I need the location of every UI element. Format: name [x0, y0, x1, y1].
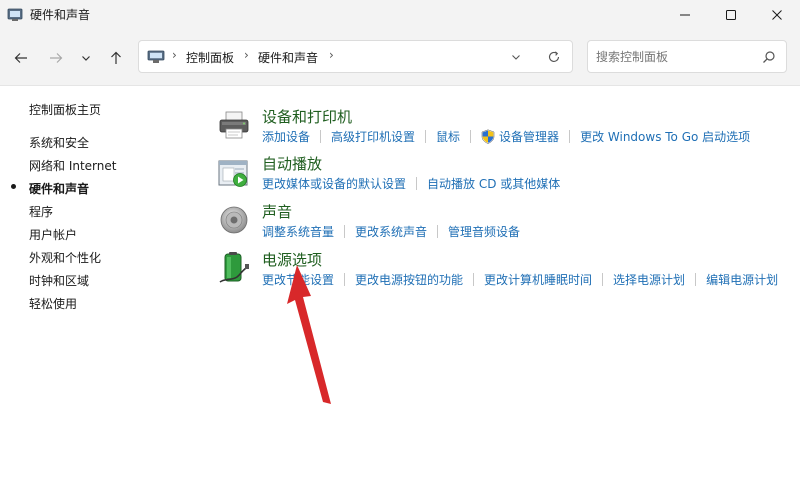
category-power-options: 电源选项 更改节能设置 更改电源按钮的功能 更改计算机睡眠时间 选择电源计划 编…	[217, 249, 797, 295]
breadcrumb-separator: ›	[172, 48, 177, 62]
link-change-default-media-settings[interactable]: 更改媒体或设备的默认设置	[262, 175, 406, 192]
sidebar-item-appearance[interactable]: 外观和个性化	[29, 249, 101, 266]
category-links: 更改节能设置 更改电源按钮的功能 更改计算机睡眠时间 选择电源计划 编辑电源计划	[262, 271, 778, 288]
category-links: 更改媒体或设备的默认设置 自动播放 CD 或其他媒体	[262, 175, 560, 192]
link-advanced-printer-settings[interactable]: 高级打印机设置	[331, 128, 415, 145]
sidebar-item-network-internet[interactable]: 网络和 Internet	[29, 157, 116, 174]
link-change-sleep-time[interactable]: 更改计算机睡眠时间	[484, 271, 592, 288]
maximize-icon	[726, 10, 736, 20]
link-separator	[569, 130, 571, 143]
breadcrumb-separator: ›	[244, 48, 249, 62]
link-change-power-saving-settings[interactable]: 更改节能设置	[262, 271, 334, 288]
sidebar-item-system-security[interactable]: 系统和安全	[29, 134, 89, 151]
category-links: 添加设备 高级打印机设置 鼠标 设备管理器 更改 Windows To Go 启…	[262, 128, 750, 145]
sidebar-item-ease-of-access[interactable]: 轻松使用	[29, 295, 77, 312]
chevron-down-icon	[82, 56, 90, 61]
refresh-button[interactable]	[544, 48, 564, 66]
category-links: 调整系统音量 更改系统声音 管理音频设备	[262, 223, 520, 240]
search-box[interactable]	[587, 40, 787, 73]
search-icon	[763, 51, 775, 63]
autoplay-icon	[218, 160, 248, 187]
close-icon	[772, 10, 782, 20]
link-windows-to-go[interactable]: 更改 Windows To Go 启动选项	[580, 128, 750, 145]
battery-icon	[219, 252, 249, 283]
breadcrumb-separator[interactable]: ›	[329, 48, 334, 62]
arrow-up-icon	[111, 51, 121, 64]
control-panel-icon	[7, 8, 23, 21]
link-separator	[344, 225, 346, 238]
link-change-power-button-function[interactable]: 更改电源按钮的功能	[355, 271, 463, 288]
sidebar-item-clock-region[interactable]: 时钟和区域	[29, 272, 89, 289]
maximize-button[interactable]	[708, 0, 754, 30]
category-autoplay: 自动播放 更改媒体或设备的默认设置 自动播放 CD 或其他媒体	[217, 153, 797, 199]
refresh-icon	[548, 51, 560, 62]
category-sound: 声音 调整系统音量 更改系统声音 管理音频设备	[217, 201, 797, 247]
minimize-button[interactable]	[662, 0, 708, 30]
breadcrumb-hardware-sound[interactable]: 硬件和声音	[258, 49, 318, 66]
control-panel-icon	[147, 50, 165, 63]
category-title[interactable]: 自动播放	[262, 153, 322, 174]
breadcrumb-control-panel[interactable]: 控制面板	[186, 49, 234, 66]
link-change-system-sounds[interactable]: 更改系统声音	[355, 223, 427, 240]
navigation-bar: › 控制面板 › 硬件和声音 ›	[0, 30, 800, 86]
link-separator	[602, 273, 604, 286]
chevron-down-icon	[512, 55, 520, 60]
sidebar-item-control-panel-home[interactable]: 控制面板主页	[29, 101, 101, 118]
sidebar-item-user-accounts[interactable]: 用户帐户	[29, 226, 77, 243]
arrow-right-icon	[50, 53, 63, 63]
uac-shield-icon	[481, 129, 495, 144]
link-separator	[437, 225, 439, 238]
link-mouse[interactable]: 鼠标	[436, 128, 460, 145]
link-separator	[320, 130, 322, 143]
title-bar: 硬件和声音	[0, 0, 800, 30]
close-button[interactable]	[754, 0, 800, 30]
minimize-icon	[680, 14, 690, 16]
current-item-bullet	[11, 184, 16, 189]
link-separator	[425, 130, 427, 143]
link-manage-audio-devices[interactable]: 管理音频设备	[448, 223, 520, 240]
category-title[interactable]: 设备和打印机	[262, 106, 352, 127]
category-devices-printers: 设备和打印机 添加设备 高级打印机设置 鼠标 设备管理器 更改 Windows …	[217, 106, 797, 152]
address-bar[interactable]: › 控制面板 › 硬件和声音 ›	[138, 40, 573, 73]
link-device-manager[interactable]: 设备管理器	[499, 128, 559, 145]
speaker-icon	[220, 206, 248, 234]
link-adjust-system-volume[interactable]: 调整系统音量	[262, 223, 334, 240]
link-autoplay-cd[interactable]: 自动播放 CD 或其他媒体	[427, 175, 560, 192]
link-separator	[416, 177, 418, 190]
recent-locations-button[interactable]	[76, 44, 96, 72]
arrow-left-icon	[14, 53, 27, 63]
address-history-button[interactable]	[507, 49, 525, 65]
printer-icon	[219, 111, 249, 139]
link-edit-power-plan[interactable]: 编辑电源计划	[706, 271, 778, 288]
window-title: 硬件和声音	[30, 8, 91, 22]
link-choose-power-plan[interactable]: 选择电源计划	[613, 271, 685, 288]
search-button[interactable]	[760, 48, 778, 66]
forward-button[interactable]	[44, 44, 68, 72]
sidebar-item-programs[interactable]: 程序	[29, 203, 53, 220]
link-add-device[interactable]: 添加设备	[262, 128, 310, 145]
link-separator	[695, 273, 697, 286]
category-title[interactable]: 声音	[262, 201, 292, 222]
link-separator	[470, 130, 472, 143]
link-separator	[344, 273, 346, 286]
category-title[interactable]: 电源选项	[262, 249, 322, 270]
back-button[interactable]	[9, 44, 33, 72]
up-button[interactable]	[104, 44, 128, 72]
search-input[interactable]	[596, 48, 756, 66]
link-separator	[473, 273, 475, 286]
sidebar-item-hardware-sound[interactable]: 硬件和声音	[29, 180, 89, 197]
